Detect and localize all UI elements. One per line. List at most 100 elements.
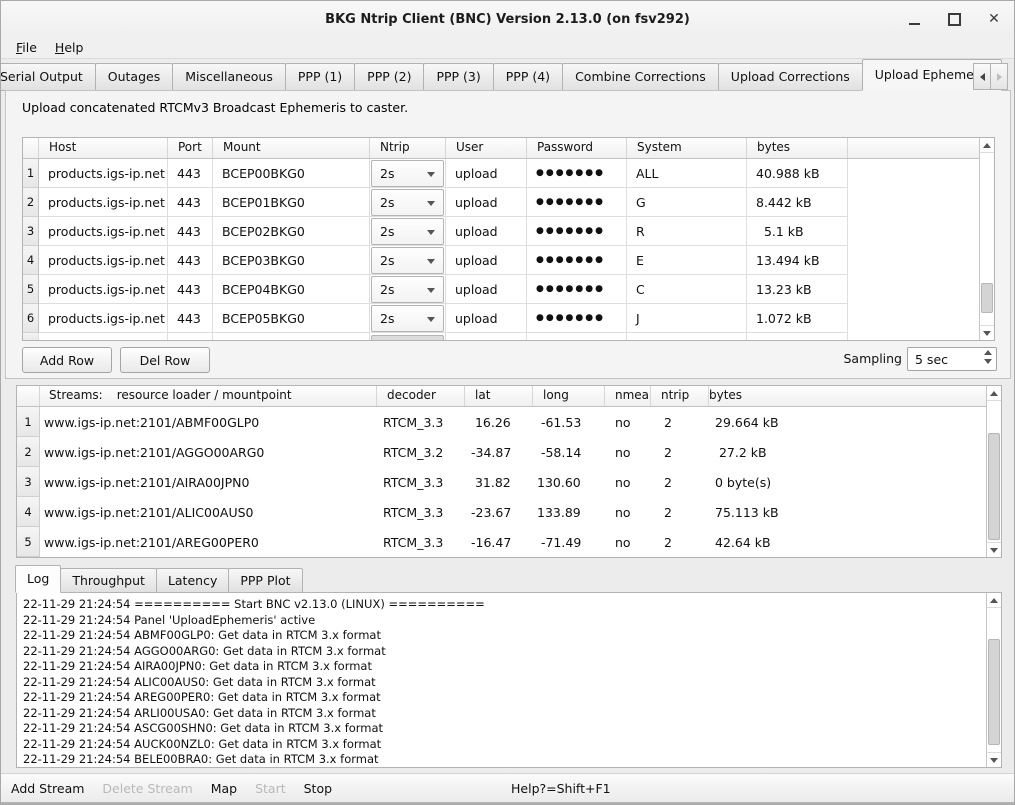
cell-user[interactable]: upload [446, 217, 527, 246]
ntrip-dropdown[interactable]: 2s [371, 247, 444, 274]
ntrip-dropdown[interactable]: 2s [371, 160, 444, 187]
stream-row[interactable]: 3www.igs-ip.net:2101/AIRA00JPN0RTCM_3.3 … [17, 467, 1001, 497]
tab-scroll-right-button[interactable] [990, 63, 1008, 90]
cell-system[interactable]: C [627, 275, 747, 304]
tab-miscellaneous[interactable]: Miscellaneous [172, 63, 286, 91]
cell-password[interactable]: ●●●●●●● [527, 159, 627, 188]
cell-password[interactable]: ●●●●●●● [527, 246, 627, 275]
ntrip-dropdown[interactable]: 2s [371, 305, 444, 332]
cell-mount[interactable]: BCEP01BKG0 [213, 188, 370, 217]
add-row-button[interactable]: Add Row [22, 347, 112, 373]
cell-user[interactable]: upload [446, 188, 527, 217]
cell-password[interactable]: ●●●●●●● [527, 217, 627, 246]
column-header-ntrip[interactable]: Ntrip [370, 138, 446, 158]
menu-file[interactable]: File [7, 38, 46, 57]
stream-row[interactable]: 5www.igs-ip.net:2101/AREG00PER0RTCM_3.3-… [17, 527, 1001, 557]
tab-log[interactable]: Log [15, 565, 61, 593]
cell-password[interactable]: ●●●●●●● [527, 188, 627, 217]
tab-serial-output[interactable]: Serial Output [1, 63, 96, 91]
column-header-system[interactable]: System [627, 138, 747, 158]
tab-ppp-plot[interactable]: PPP Plot [228, 568, 302, 593]
tab-outages[interactable]: Outages [95, 63, 173, 91]
cell-port[interactable]: 443 [168, 275, 213, 304]
table-row: 6products.igs-ip.net443BCEP05BKG02suploa… [23, 304, 994, 333]
cell-host[interactable]: products.igs-ip.net [39, 217, 168, 246]
row-number: 2 [23, 188, 39, 217]
cell-port[interactable]: 443 [168, 159, 213, 188]
ntrip-dropdown[interactable]: 2s [371, 218, 444, 245]
cell-system[interactable]: E [627, 246, 747, 275]
column-header-ntrip[interactable]: ntrip [651, 386, 709, 406]
tab-upload-corrections[interactable]: Upload Corrections [718, 63, 863, 91]
log-line: 22-11-29 21:24:54 ARLI00USA0: Get data i… [23, 706, 995, 722]
cell-system[interactable]: J [627, 304, 747, 333]
cell-host[interactable]: products.igs-ip.net [39, 159, 168, 188]
cell-port[interactable]: 443 [168, 246, 213, 275]
cell-mount[interactable]: BCEP03BKG0 [213, 246, 370, 275]
column-header-host[interactable]: Host [39, 138, 168, 158]
column-header-user[interactable]: User [446, 138, 527, 158]
header-corner [23, 138, 39, 158]
cell-port[interactable]: 443 [168, 304, 213, 333]
cell-mount[interactable]: BCEP00BKG0 [213, 159, 370, 188]
cell-system[interactable]: ALL [627, 159, 747, 188]
cell-mount[interactable]: BCEP02BKG0 [213, 217, 370, 246]
log-view[interactable]: 22-11-29 21:24:54 ========== Start BNC v… [16, 592, 1002, 768]
maximize-button[interactable] [946, 11, 962, 27]
title-bar[interactable]: BKG Ntrip Client (BNC) Version 2.13.0 (o… [1, 1, 1014, 38]
minimize-button[interactable] [906, 11, 922, 27]
status-action-add-stream[interactable]: Add Stream [11, 781, 84, 796]
close-button[interactable]: ✕ [986, 11, 1002, 27]
cell-port[interactable]: 443 [168, 188, 213, 217]
log-line: 22-11-29 21:24:54 AGGO00ARG0: Get data i… [23, 644, 995, 660]
cell-host[interactable]: products.igs-ip.net [39, 275, 168, 304]
column-header-bytes[interactable]: bytes [709, 386, 1001, 406]
help-hint: Help?=Shift+F1 [511, 774, 611, 802]
log-line: 22-11-29 21:24:54 ALIC00AUS0: Get data i… [23, 675, 995, 691]
column-header-streams[interactable]: Streams:resource loader / mountpoint [40, 386, 377, 406]
column-header-decoder[interactable]: decoder [377, 386, 465, 406]
column-header-password[interactable]: Password [527, 138, 627, 158]
cell-system[interactable]: G [627, 188, 747, 217]
tab-ppp-2[interactable]: PPP (2) [354, 63, 424, 91]
cell-host[interactable]: products.igs-ip.net [39, 304, 168, 333]
streams-table[interactable]: Streams:resource loader / mountpointdeco… [16, 385, 1002, 558]
ntrip-dropdown[interactable]: 2s [371, 276, 444, 303]
column-header-long[interactable]: long [533, 386, 605, 406]
cell-user[interactable]: upload [446, 275, 527, 304]
cell-mount[interactable]: BCEP05BKG0 [213, 304, 370, 333]
menu-help[interactable]: Help [46, 38, 93, 57]
tab-latency[interactable]: Latency [156, 568, 229, 593]
tab-ppp-1[interactable]: PPP (1) [285, 63, 355, 91]
cell-host[interactable]: products.igs-ip.net [39, 188, 168, 217]
tab-combine-corrections[interactable]: Combine Corrections [562, 63, 719, 91]
status-action-stop[interactable]: Stop [304, 781, 332, 796]
cell-host[interactable]: products.igs-ip.net [39, 246, 168, 275]
status-action-map[interactable]: Map [211, 781, 237, 796]
upload-ephemeris-panel: Upload concatenated RTCMv3 Broadcast Eph… [5, 90, 1011, 379]
stream-row[interactable]: 2www.igs-ip.net:2101/AGGO00ARG0RTCM_3.2-… [17, 437, 1001, 467]
column-header-mount[interactable]: Mount [213, 138, 370, 158]
cell-user[interactable]: upload [446, 246, 527, 275]
cell-mount[interactable]: BCEP04BKG0 [213, 275, 370, 304]
column-header-port[interactable]: Port [168, 138, 213, 158]
cell-ntrip: 2s [370, 217, 446, 246]
cell-port[interactable]: 443 [168, 217, 213, 246]
stream-row[interactable]: 1www.igs-ip.net:2101/ABMF00GLP0RTCM_3.3 … [17, 407, 1001, 437]
column-header-bytes[interactable]: bytes [747, 138, 848, 158]
cell-password[interactable]: ●●●●●●● [527, 275, 627, 304]
ntrip-dropdown[interactable]: 2s [371, 189, 444, 216]
cell-password[interactable]: ●●●●●●● [527, 304, 627, 333]
cell-user[interactable]: upload [446, 159, 527, 188]
tab-throughput[interactable]: Throughput [60, 568, 157, 593]
column-header-lat[interactable]: lat [465, 386, 533, 406]
cell-system[interactable]: R [627, 217, 747, 246]
cell-user[interactable]: upload [446, 304, 527, 333]
del-row-button[interactable]: Del Row [120, 347, 210, 373]
tab-ppp-3[interactable]: PPP (3) [423, 63, 493, 91]
column-header-nmea[interactable]: nmea [605, 386, 651, 406]
ephemeris-upload-table[interactable]: HostPortMountNtripUserPasswordSystembyte… [22, 137, 995, 341]
tab-ppp-4[interactable]: PPP (4) [493, 63, 563, 91]
tab-scroll-left-button[interactable] [973, 63, 991, 90]
stream-row[interactable]: 4www.igs-ip.net:2101/ALIC00AUS0RTCM_3.3-… [17, 497, 1001, 527]
